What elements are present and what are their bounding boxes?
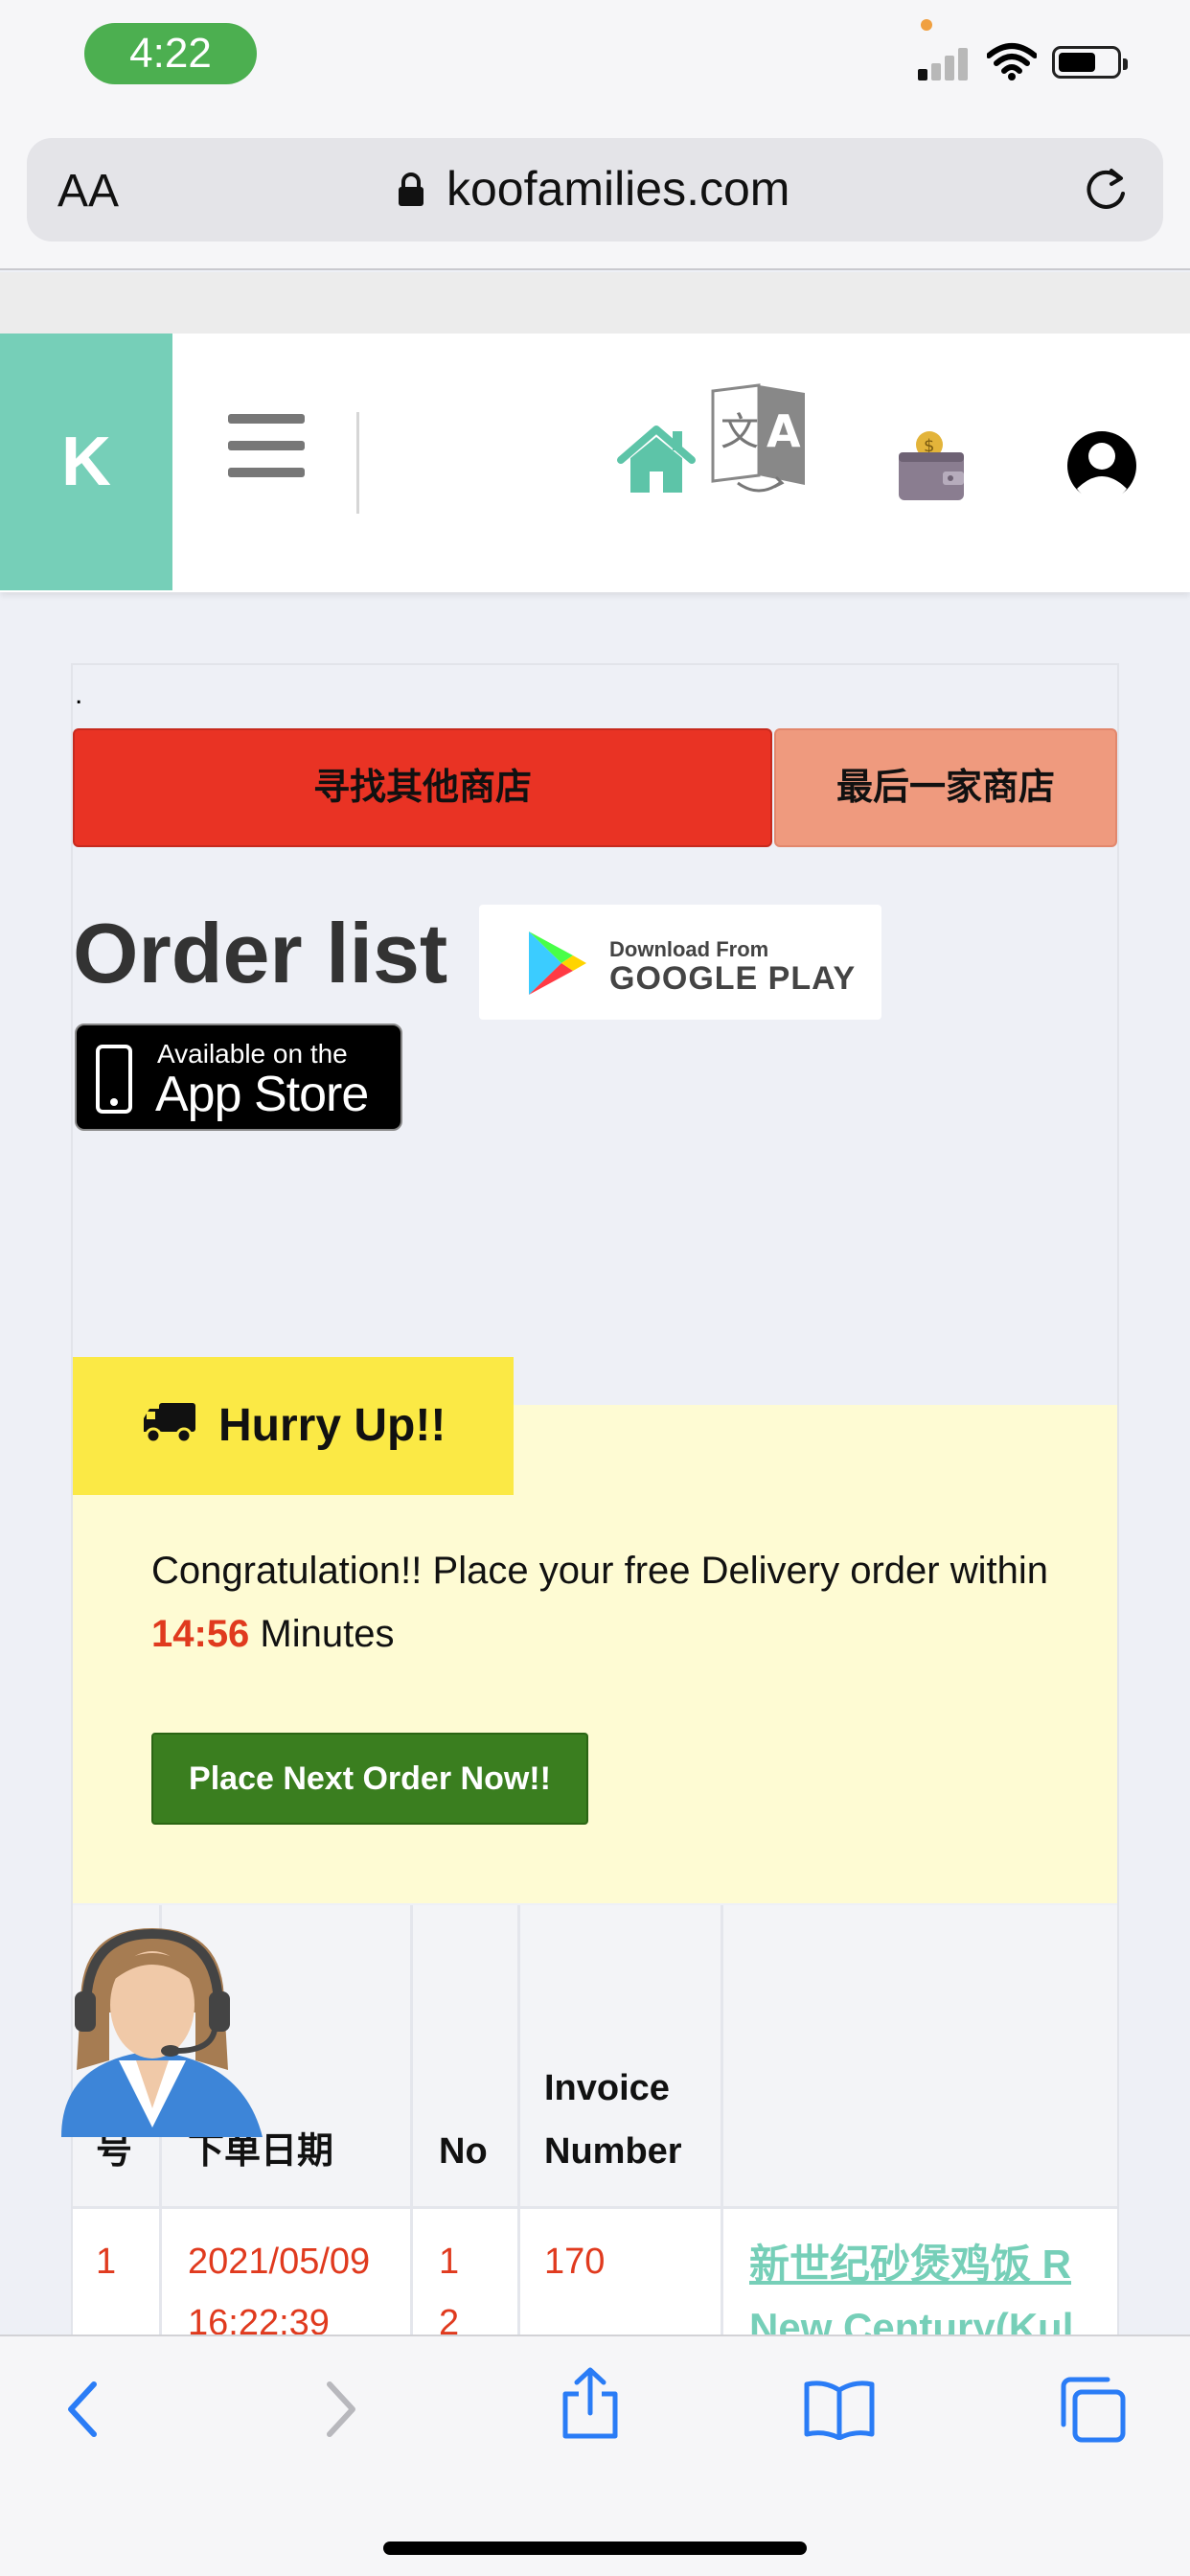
hurry-up-tag: Hurry Up!! (73, 1357, 514, 1495)
hurry-up-label: Hurry Up!! (218, 1400, 446, 1451)
shop-link-line2[interactable]: New Century(Kul (749, 2296, 1073, 2334)
page-top-band (0, 272, 1190, 334)
home-indicator (383, 2542, 807, 2555)
place-next-order-button[interactable]: Place Next Order Now!! (151, 1733, 588, 1825)
countdown-timer: 14:56 (151, 1613, 250, 1655)
column-header-invoice-line2: Number (544, 2131, 682, 2172)
site-logo[interactable]: K (0, 334, 172, 590)
forward-icon[interactable] (322, 2379, 360, 2440)
column-header-no: No (439, 2131, 488, 2172)
hamburger-menu-icon[interactable] (228, 414, 305, 477)
cellular-signal-icon (918, 46, 970, 80)
find-other-shop-button[interactable]: 寻找其他商店 (73, 728, 772, 847)
customer-support-avatar[interactable] (42, 1917, 263, 2137)
truck-icon (144, 1403, 195, 1444)
battery-icon (1052, 46, 1128, 79)
user-account-icon[interactable] (1065, 429, 1138, 502)
lock-icon (399, 172, 423, 206)
back-icon[interactable] (63, 2379, 102, 2440)
column-divider (517, 1905, 520, 2336)
cell-index: 1 (96, 2242, 117, 2282)
free-delivery-message: Congratulation!! Place your free Deliver… (151, 1539, 1090, 1666)
google-play-line2: GOOGLE PLAY (609, 960, 857, 997)
google-play-badge[interactable]: Download From GOOGLE PLAY (479, 905, 881, 1020)
google-play-icon (529, 932, 586, 995)
app-store-line2: App Store (155, 1067, 369, 1122)
svg-text:A: A (767, 405, 801, 457)
last-shop-button[interactable]: 最后一家商店 (774, 728, 1117, 847)
address-bar[interactable]: AA koofamilies.com (27, 138, 1163, 242)
column-header-invoice-line1: Invoice (544, 2068, 670, 2108)
message-part2: Minutes (249, 1613, 395, 1655)
wallet-icon[interactable]: $ (897, 429, 966, 502)
url-text[interactable]: koofamilies.com (446, 161, 790, 217)
header-divider (356, 412, 359, 514)
cell-no: 1 (439, 2242, 460, 2282)
share-icon[interactable] (560, 2367, 621, 2440)
text-size-button[interactable]: AA (57, 165, 119, 218)
shop-link-cell: 新世纪砂煲鸡饭 R New Century(Kul (747, 2204, 1117, 2334)
status-time: 4:22 (84, 23, 257, 84)
column-divider (721, 1905, 723, 2336)
google-play-line1: Download From (609, 937, 769, 961)
status-bar: 4:22 (0, 0, 1190, 134)
browser-address-area: AA koofamilies.com (0, 134, 1190, 270)
cell-order-time: 16:22:39 (188, 2303, 330, 2334)
text-size-label: AA (57, 166, 120, 217)
reload-icon[interactable] (1081, 165, 1131, 215)
app-store-badge[interactable]: Available on the App Store (75, 1024, 402, 1131)
cell-order-date: 2021/05/09 (188, 2242, 371, 2282)
cell-invoice: 170 (544, 2242, 606, 2282)
message-part1: Congratulation!! Place your free Deliver… (151, 1550, 1048, 1592)
dot-text: . (75, 678, 83, 710)
browser-toolbar (0, 2334, 1190, 2576)
privacy-indicator-icon (921, 19, 932, 31)
shop-link[interactable]: 新世纪砂煲鸡饭 R (749, 2233, 1071, 2296)
iphone-icon (96, 1045, 132, 1114)
column-divider (410, 1905, 413, 2336)
cell-no-extra: 2 (439, 2303, 460, 2334)
bookmarks-icon[interactable] (803, 2379, 876, 2440)
svg-text:文: 文 (721, 410, 759, 454)
page-title: Order list (73, 906, 448, 1000)
translate-icon[interactable]: 文 A (709, 381, 809, 496)
home-icon[interactable] (617, 426, 696, 494)
tabs-icon[interactable] (1058, 2375, 1127, 2444)
site-header: K 文 A $ (0, 334, 1190, 592)
wifi-icon (987, 43, 1037, 80)
